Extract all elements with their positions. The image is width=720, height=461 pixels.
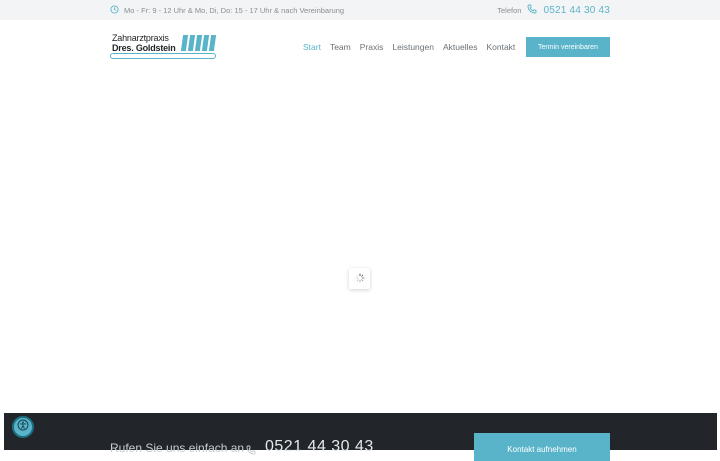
nav-item-leistungen[interactable]: Leistungen <box>392 42 434 52</box>
accessibility-icon <box>17 418 29 436</box>
nav-item-aktuelles[interactable]: Aktuelles <box>443 42 478 52</box>
opening-hours-text: Mo - Fr: 9 - 12 Uhr & Mo, Di, Do: 15 - 1… <box>124 5 345 15</box>
appointment-button[interactable]: Termin vereinbaren <box>526 37 610 57</box>
logo[interactable]: Zahnarztpraxis Dres. Goldstein <box>110 33 217 61</box>
nav-item-team[interactable]: Team <box>330 42 351 52</box>
logo-line-1: Zahnarztpraxis <box>112 33 169 43</box>
topbar-phone: Telefon 0521 44 30 43 <box>497 3 610 17</box>
phone-label: Telefon <box>497 5 522 15</box>
top-info-bar: Mo - Fr: 9 - 12 Uhr & Mo, Di, Do: 15 - 1… <box>0 0 720 20</box>
contact-button[interactable]: Kontakt aufnehmen <box>474 433 610 461</box>
logo-underline <box>110 53 216 59</box>
nav-item-praxis[interactable]: Praxis <box>360 42 384 52</box>
accessibility-button[interactable] <box>12 416 34 438</box>
opening-hours: Mo - Fr: 9 - 12 Uhr & Mo, Di, Do: 15 - 1… <box>110 4 344 16</box>
spinner-icon <box>355 270 365 288</box>
logo-line-2: Dres. Goldstein <box>112 43 176 53</box>
nav-item-start[interactable]: Start <box>303 42 321 52</box>
contact-band: Rufen Sie uns einfach an 0521 44 30 43 K… <box>4 413 717 461</box>
call-us-text: Rufen Sie uns einfach an <box>110 441 245 455</box>
nav-item-kontakt[interactable]: Kontakt <box>486 42 515 52</box>
phone-icon <box>527 1 537 19</box>
loading-spinner <box>349 268 370 289</box>
clock-icon <box>110 4 119 16</box>
footer-phone-link[interactable]: 0521 44 30 43 <box>265 438 374 456</box>
main-navigation: Start Team Praxis Leistungen Aktuelles K… <box>303 42 515 52</box>
phone-icon <box>246 442 256 455</box>
site-header: Zahnarztpraxis Dres. Goldstein Start Tea… <box>0 20 720 76</box>
logo-bars <box>180 35 217 51</box>
phone-number-link[interactable]: 0521 44 30 43 <box>543 5 610 16</box>
